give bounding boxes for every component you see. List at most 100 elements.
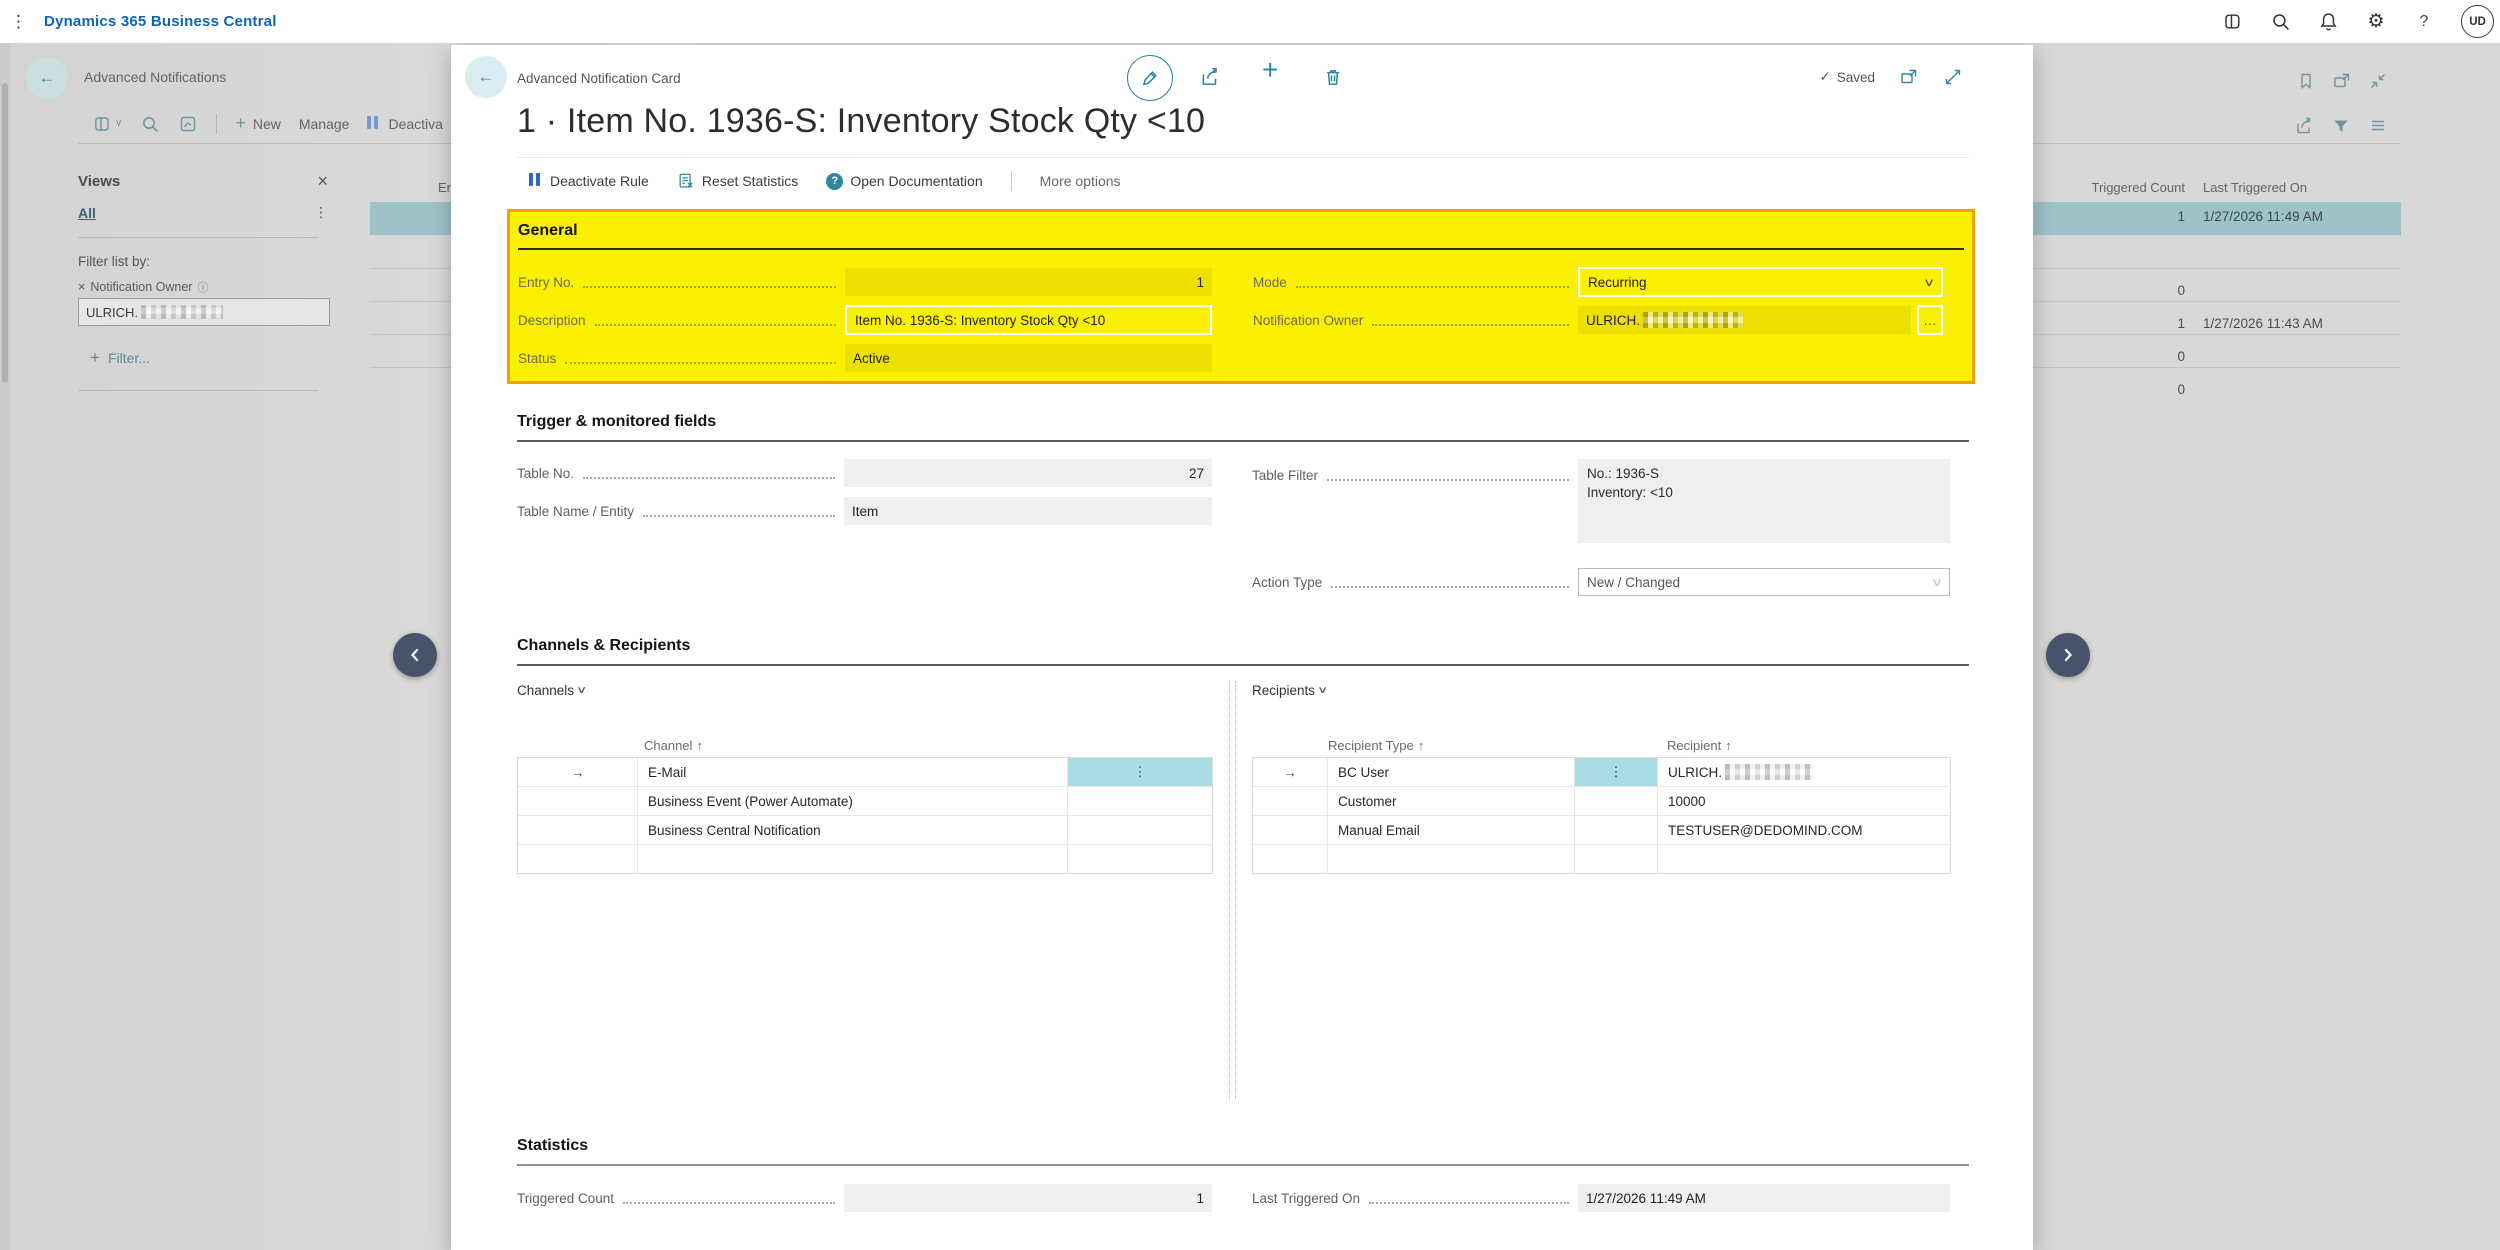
channel-row[interactable]: Business Event (Power Automate) [518, 787, 1212, 816]
channel-cell[interactable]: E-Mail [638, 758, 1068, 786]
row-triggered-count[interactable]: 0 [2033, 349, 2185, 364]
user-avatar[interactable]: UD [2461, 5, 2494, 38]
dotted-leader [565, 362, 836, 364]
deactivate-rule-button[interactable]: Deactivate Rule [529, 173, 649, 189]
bg-new-button[interactable]: + New [235, 113, 281, 134]
bg-deactivate-button[interactable]: Deactiva [367, 116, 442, 132]
notifications-bell-icon[interactable] [2317, 11, 2339, 33]
assist-edit-button[interactable]: … [1917, 305, 1943, 335]
filter-icon[interactable] [2331, 116, 2351, 136]
chevron-left-icon [407, 647, 423, 663]
description-input[interactable]: Item No. 1936-S: Inventory Stock Qty <10 [845, 305, 1212, 335]
settings-gear-icon[interactable]: ⚙ [2365, 11, 2387, 33]
channel-cell[interactable]: Business Event (Power Automate) [638, 787, 1068, 815]
brand-title[interactable]: Dynamics 365 Business Central [44, 0, 277, 43]
bg-col-last-triggered[interactable]: Last Triggered On [2203, 180, 2307, 195]
recipient-cell[interactable]: TESTUSER@DEDOMIND.COM [1658, 816, 1950, 844]
row-last-triggered[interactable]: 1/27/2026 11:43 AM [2203, 316, 2323, 331]
owner-field-row: Notification Owner ULRICH. … [1253, 306, 1943, 334]
share-button[interactable] [1199, 66, 1221, 88]
column-splitter[interactable] [1229, 681, 1236, 1099]
row-options-icon[interactable]: ⋮ [1068, 758, 1212, 786]
expand-icon[interactable] [1943, 67, 1963, 87]
table-filter-label: Table Filter [1252, 468, 1318, 483]
recipient-column-header[interactable]: Recipient ↑ [1657, 738, 1949, 753]
bg-col-triggered-count[interactable]: Triggered Count [2033, 180, 2185, 195]
minimize-icon[interactable] [2368, 71, 2388, 91]
filter-field-label: Notification Owner [90, 280, 192, 294]
help-icon[interactable]: ? [2413, 11, 2435, 33]
row-triggered-count[interactable]: 0 [2033, 382, 2185, 397]
channels-recipients-caption[interactable]: Channels & Recipients [517, 637, 690, 655]
dynamics-apps-icon[interactable] [2221, 11, 2243, 33]
active-row-arrow-icon: → [1253, 758, 1328, 786]
channel-row[interactable]: → E-Mail ⋮ [518, 758, 1212, 787]
view-all-link[interactable]: All [78, 205, 96, 221]
recipient-type-cell[interactable]: Customer [1328, 787, 1575, 815]
recipient-type-column-header[interactable]: Recipient Type ↑ [1328, 738, 1424, 753]
status-value: Active [845, 344, 1212, 372]
table-name-field-row: Table Name / Entity Item [517, 497, 1212, 525]
close-icon[interactable]: × [317, 171, 328, 192]
recipient-row[interactable]: → BC User ⋮ ULRICH. [1253, 758, 1950, 787]
general-caption-rule [518, 248, 1964, 250]
remove-filter-icon[interactable]: × [78, 280, 85, 294]
edit-button[interactable] [1127, 55, 1173, 101]
channel-row[interactable]: Business Central Notification [518, 816, 1212, 845]
open-documentation-button[interactable]: ? Open Documentation [826, 173, 982, 190]
channel-cell[interactable]: Business Central Notification [638, 816, 1068, 844]
bg-manage-button[interactable]: Manage [299, 116, 350, 132]
new-button[interactable]: + [1262, 54, 1278, 86]
search-icon[interactable] [2269, 11, 2291, 33]
recipient-type-cell[interactable]: BC User [1328, 758, 1575, 786]
views-switcher-icon[interactable]: ∨ [92, 114, 122, 134]
open-in-new-window-icon[interactable] [2332, 71, 2352, 91]
dotted-leader [1331, 586, 1569, 588]
trigger-caption[interactable]: Trigger & monitored fields [517, 413, 716, 431]
card-back-button[interactable]: ← [465, 56, 507, 98]
next-record-button[interactable] [2046, 633, 2090, 677]
share-icon[interactable] [2294, 116, 2314, 136]
dotted-leader [623, 1202, 835, 1204]
open-in-new-window-icon[interactable] [1899, 67, 1919, 87]
previous-record-button[interactable] [393, 633, 437, 677]
info-icon[interactable]: ⓘ [197, 279, 208, 295]
bookmark-icon[interactable] [2296, 71, 2316, 91]
search-icon[interactable] [140, 114, 160, 134]
page-scrollbar[interactable] [0, 43, 10, 1250]
row-last-triggered[interactable]: 1/27/2026 11:49 AM [2203, 209, 2323, 224]
scrollbar-thumb[interactable] [2, 83, 8, 383]
recipient-type-cell[interactable]: Manual Email [1328, 816, 1575, 844]
row-triggered-count[interactable]: 0 [2033, 283, 2185, 298]
app-launcher-icon[interactable]: ⋮ [10, 0, 27, 43]
channel-row-empty[interactable] [518, 845, 1212, 873]
recipient-row-empty[interactable] [1253, 845, 1950, 873]
list-view-icon[interactable] [2368, 116, 2388, 136]
more-options-button[interactable]: More options [1040, 173, 1121, 189]
reset-statistics-icon [677, 172, 695, 190]
statistics-caption[interactable]: Statistics [517, 1137, 588, 1155]
bg-selected-row[interactable] [370, 202, 451, 235]
channels-subcaption[interactable]: Channels ∨ [517, 683, 585, 698]
check-icon: ✓ [1819, 69, 1830, 85]
bg-entry-column-header[interactable]: Er [438, 180, 451, 195]
screen: ← Advanced Notifications ∨ + New [0, 0, 2500, 1250]
channel-column-header[interactable]: Channel ↑ [644, 738, 703, 753]
row-options-icon[interactable]: ⋮ [1575, 758, 1658, 786]
recipient-row[interactable]: Customer 10000 [1253, 787, 1950, 816]
mode-dropdown[interactable]: Recurring ∨ [1578, 267, 1943, 297]
recipient-cell[interactable]: ULRICH. [1658, 758, 1950, 786]
row-triggered-count[interactable]: 1 [2033, 316, 2185, 331]
analyze-icon[interactable] [178, 114, 198, 134]
filter-value-input[interactable]: ULRICH. [78, 298, 330, 326]
general-caption[interactable]: General [518, 222, 578, 240]
delete-button[interactable] [1322, 66, 1344, 88]
view-menu-icon[interactable]: ⋮ [314, 204, 328, 221]
row-triggered-count[interactable]: 1 [2033, 209, 2185, 224]
recipient-row[interactable]: Manual Email TESTUSER@DEDOMIND.COM [1253, 816, 1950, 845]
add-filter-button[interactable]: + Filter... [90, 348, 150, 368]
recipient-cell[interactable]: 10000 [1658, 787, 1950, 815]
reset-statistics-button[interactable]: Reset Statistics [677, 172, 798, 190]
bg-back-button[interactable]: ← [26, 57, 68, 99]
recipients-subcaption[interactable]: Recipients ∨ [1252, 683, 1326, 698]
